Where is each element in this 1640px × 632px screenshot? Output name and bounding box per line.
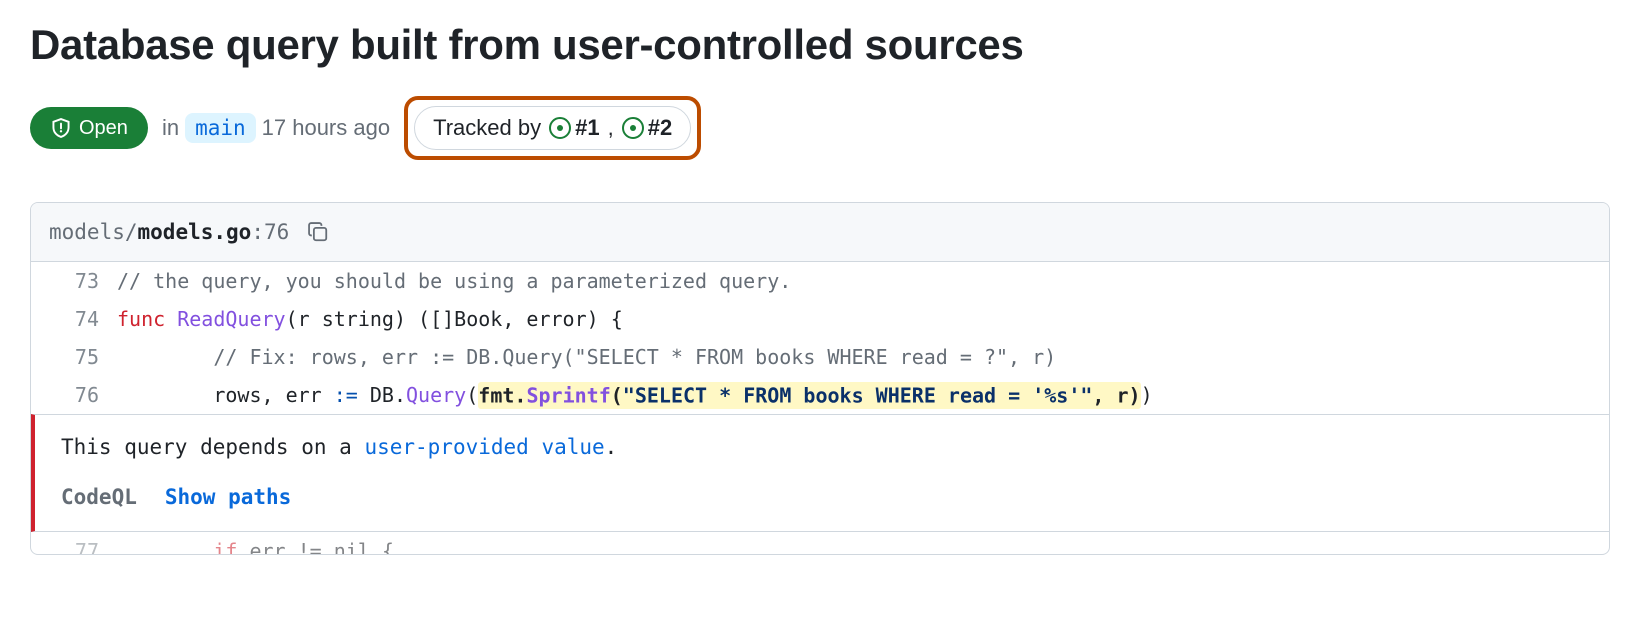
t: . bbox=[514, 383, 526, 407]
tracked-by-highlight: Tracked by #1, #2 bbox=[404, 96, 701, 160]
linenum: 76 bbox=[264, 220, 289, 244]
line-number: 75 bbox=[31, 338, 117, 376]
tracked-issue-2[interactable]: #2 bbox=[622, 115, 672, 141]
meta-row: Open in main 17 hours ago Tracked by #1,… bbox=[30, 96, 1610, 160]
state-label: Open bbox=[79, 118, 128, 138]
file-path[interactable]: models/models.go:76 bbox=[49, 220, 289, 244]
fn: Query bbox=[406, 383, 466, 407]
t: ( bbox=[611, 383, 623, 407]
code-body: 73 // the query, you should be using a p… bbox=[31, 262, 1609, 414]
issue-open-icon bbox=[622, 117, 644, 139]
code-line: 77 if err != nil { bbox=[31, 532, 1609, 554]
line-number: 74 bbox=[31, 300, 117, 338]
tracked-issue-1[interactable]: #1 bbox=[549, 115, 599, 141]
op: := bbox=[334, 383, 358, 407]
alert-actions: CodeQL Show paths bbox=[61, 485, 1583, 509]
code-body: 77 if err != nil { bbox=[31, 532, 1609, 554]
t: , r) bbox=[1092, 383, 1140, 407]
str: "SELECT * FROM books WHERE read = '%s'" bbox=[623, 383, 1093, 407]
code-box: models/models.go:76 73 // the query, you… bbox=[30, 202, 1610, 555]
line-number: 76 bbox=[31, 376, 117, 414]
fn: Sprintf bbox=[526, 383, 610, 407]
indent bbox=[117, 383, 213, 407]
line-number: 77 bbox=[31, 532, 117, 554]
t: This query depends on a bbox=[61, 435, 364, 459]
sep: : bbox=[251, 220, 264, 244]
age-text: 17 hours ago bbox=[262, 115, 390, 141]
kw: if bbox=[213, 539, 237, 554]
t: DB. bbox=[358, 383, 406, 407]
codeql-label: CodeQL bbox=[61, 485, 137, 509]
t: ( bbox=[466, 383, 478, 407]
issue-open-icon bbox=[549, 117, 571, 139]
code-line: 75 // Fix: rows, err := DB.Query("SELECT… bbox=[31, 338, 1609, 376]
comment: // Fix: rows, err := DB.Query("SELECT * … bbox=[213, 345, 1056, 369]
t: fmt bbox=[478, 383, 514, 407]
copy-icon bbox=[307, 221, 329, 243]
indent bbox=[117, 345, 213, 369]
shield-alert-icon bbox=[50, 117, 72, 139]
line-number: 73 bbox=[31, 262, 117, 300]
branch-chip[interactable]: main bbox=[185, 113, 256, 143]
sep: , bbox=[608, 115, 614, 141]
t: rows, err bbox=[213, 383, 333, 407]
alert-message: This query depends on a user-provided va… bbox=[61, 435, 1583, 459]
code-header: models/models.go:76 bbox=[31, 203, 1609, 262]
indent bbox=[117, 539, 213, 554]
kw: func bbox=[117, 307, 165, 331]
copy-button[interactable] bbox=[303, 217, 333, 247]
page-title: Database query built from user-controlle… bbox=[30, 20, 1610, 70]
fn: ReadQuery bbox=[177, 307, 285, 331]
in-label: in bbox=[162, 115, 179, 141]
show-paths-link[interactable]: Show paths bbox=[165, 485, 291, 509]
issue-ref: #1 bbox=[575, 115, 599, 141]
tracked-label: Tracked by bbox=[433, 115, 541, 141]
user-provided-value-link[interactable]: user-provided value bbox=[364, 435, 604, 459]
state-badge: Open bbox=[30, 107, 148, 149]
alert-box: This query depends on a user-provided va… bbox=[31, 414, 1609, 532]
branch-info: in main 17 hours ago bbox=[162, 113, 390, 143]
issue-ref: #2 bbox=[648, 115, 672, 141]
rest: (r string) ([]Book, error) { bbox=[286, 307, 623, 331]
t: ) bbox=[1141, 383, 1153, 407]
path-prefix: models/ bbox=[49, 220, 138, 244]
comment: // the query, you should be using a para… bbox=[117, 269, 791, 293]
code-line: 76 rows, err := DB.Query(fmt.Sprintf("SE… bbox=[31, 376, 1609, 414]
tracked-by-pill: Tracked by #1, #2 bbox=[414, 106, 691, 150]
code-line: 73 // the query, you should be using a p… bbox=[31, 262, 1609, 300]
code-line: 74 func ReadQuery(r string) ([]Book, err… bbox=[31, 300, 1609, 338]
t: . bbox=[605, 435, 618, 459]
highlighted-span: fmt.Sprintf("SELECT * FROM books WHERE r… bbox=[478, 382, 1140, 409]
rest: err != nil { bbox=[237, 539, 394, 554]
filename: models.go bbox=[138, 220, 252, 244]
